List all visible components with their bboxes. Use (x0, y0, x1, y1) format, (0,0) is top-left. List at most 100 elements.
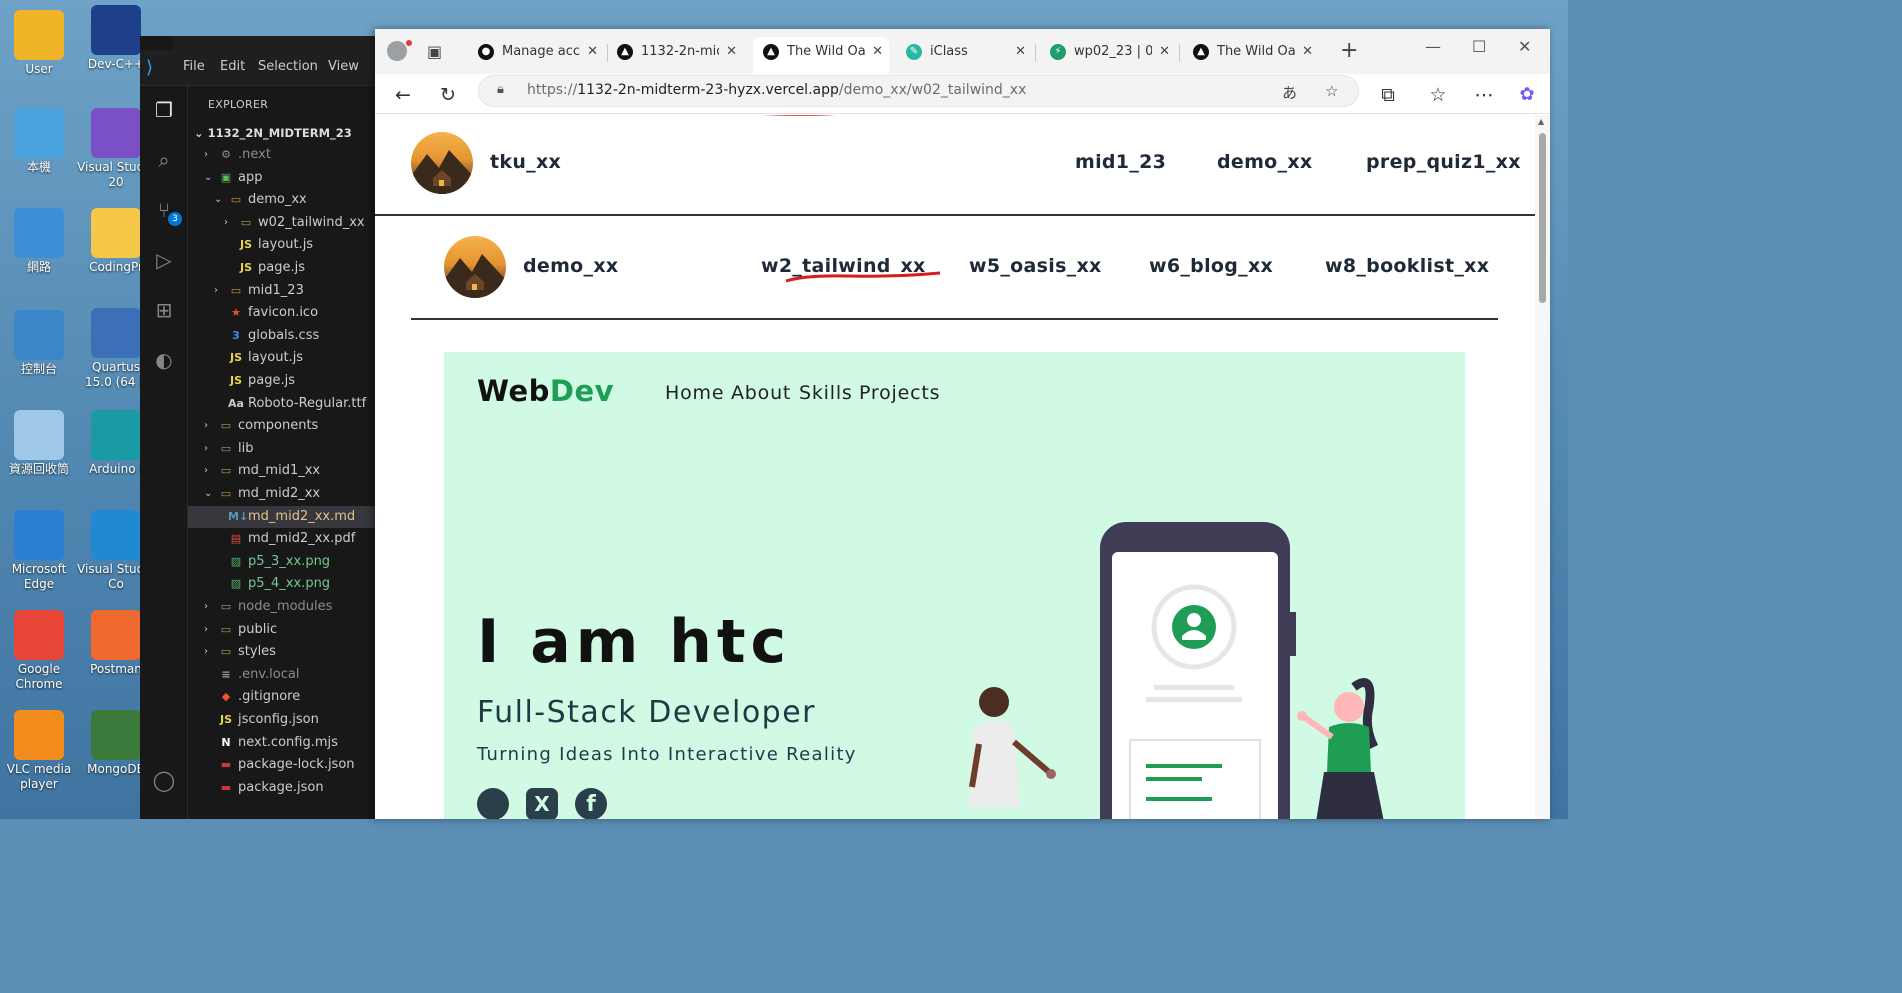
tree-file[interactable]: JS page.js (188, 257, 385, 280)
menu-view[interactable]: View (328, 59, 359, 74)
menu-selection[interactable]: Selection (258, 59, 318, 74)
tree-folder[interactable]: › ▭ components (188, 415, 385, 438)
vertical-tabs-icon[interactable]: ▣ (427, 42, 442, 61)
favorites-icon[interactable]: ☆ (1424, 81, 1452, 109)
browser-tab[interactable]: ✎ iClass ✕ (896, 37, 1032, 67)
tree-file[interactable]: M↓ md_mid2_xx.md (188, 505, 385, 529)
tab-close-icon[interactable]: ✕ (1302, 37, 1313, 67)
cabin-avatar-icon[interactable] (411, 132, 473, 194)
desktop-icon-label: 網路 (26, 260, 51, 274)
github-icon[interactable] (477, 788, 509, 819)
scroll-up-icon[interactable]: ▲ (1538, 117, 1544, 126)
tree-folder[interactable]: › ⚙ .next (188, 144, 385, 167)
tree-folder[interactable]: › ▭ md_mid1_xx (188, 460, 385, 483)
profile-avatar[interactable] (387, 41, 407, 61)
more-menu-icon[interactable]: ⋯ (1470, 81, 1498, 109)
tree-folder[interactable]: › ▭ public (188, 619, 385, 642)
lock-icon[interactable]: 🔒︎ (497, 82, 504, 97)
top-link-demo[interactable]: demo_xx (1217, 151, 1312, 173)
copilot-icon[interactable]: ✿ (1513, 81, 1541, 109)
hero-nav-about[interactable]: About (731, 382, 791, 404)
url-field[interactable]: 🔒︎ https://1132-2n-midterm-23-hyzx.verce… (478, 75, 1359, 107)
top-link-mid1[interactable]: mid1_23 (1075, 151, 1166, 173)
search-icon[interactable]: ⌕ (150, 146, 178, 174)
minimize-button[interactable]: — (1425, 37, 1441, 56)
tree-file[interactable]: 3 globals.css (188, 325, 385, 348)
sub-link-w6-blog[interactable]: w6_blog_xx (1149, 255, 1273, 277)
desktop-icon-edge[interactable]: Microsoft Edge (0, 510, 78, 592)
scrollbar-thumb[interactable] (1539, 133, 1546, 303)
menu-edit[interactable]: Edit (220, 59, 245, 74)
desktop-icon-control-panel[interactable]: 控制台 (0, 310, 78, 377)
browser-tab[interactable]: ▲ The Wild Oasis ✕ (753, 37, 889, 74)
tree-folder[interactable]: › ▭ w02_tailwind_xx (188, 212, 385, 235)
top-link-prep-quiz[interactable]: prep_quiz1_xx (1366, 151, 1521, 173)
hero-nav-projects[interactable]: Projects (859, 382, 940, 404)
sub-link-w2-tailwind[interactable]: w2_tailwind_xx (761, 255, 926, 277)
refresh-button[interactable]: ↻ (434, 81, 462, 109)
tab-close-icon[interactable]: ✕ (587, 37, 598, 67)
hero-nav-home[interactable]: Home (665, 382, 724, 404)
browser-tab[interactable]: ⚡ wp02_23 | 0x5 ✕ (1040, 37, 1176, 67)
tree-folder[interactable]: › ▭ mid1_23 (188, 280, 385, 303)
account-icon[interactable]: ◯ (150, 766, 178, 794)
tree-folder[interactable]: ⌄ ▭ md_mid2_xx (188, 483, 385, 506)
webdev-logo[interactable]: WebDev (477, 374, 614, 408)
page-scrollbar[interactable]: ▲ (1535, 115, 1550, 819)
desktop-icon-user-folder[interactable]: User (0, 10, 78, 77)
favorite-star-icon[interactable]: ☆ (1325, 82, 1338, 100)
remote-icon[interactable]: ◐ (150, 346, 178, 374)
extensions-puzzle-icon[interactable]: ⧉ (1374, 81, 1402, 109)
tree-folder[interactable]: › ▭ node_modules (188, 596, 385, 619)
tree-file[interactable]: Aa Roboto-Regular.ttf (188, 393, 385, 416)
run-debug-icon[interactable]: ▷ (150, 246, 178, 274)
desktop-icon-network[interactable]: 網路 (0, 208, 78, 275)
browser-tab[interactable]: ▲ 1132-2n-midte ✕ (607, 37, 743, 67)
tree-file[interactable]: ◆ .gitignore (188, 686, 385, 709)
tab-close-icon[interactable]: ✕ (726, 37, 737, 67)
tree-file[interactable]: Nnext.config.mjs (188, 732, 385, 755)
top-brand[interactable]: tku_xx (490, 151, 561, 173)
tree-file[interactable]: ▨ p5_3_xx.png (188, 551, 385, 574)
tree-file[interactable]: JS jsconfig.json (188, 709, 385, 732)
sub-link-w5-oasis[interactable]: w5_oasis_xx (969, 255, 1102, 277)
desktop-icon-vlc[interactable]: VLC media player (0, 710, 78, 792)
browser-tab[interactable]: ● Manage access ✕ (468, 37, 604, 67)
desktop-icon-recycle-bin[interactable]: 資源回收筒 (0, 410, 78, 477)
menu-file[interactable]: File (183, 59, 205, 74)
sub-link-w8-booklist[interactable]: w8_booklist_xx (1325, 255, 1489, 277)
facebook-icon[interactable]: f (575, 788, 607, 819)
close-window-button[interactable]: ✕ (1518, 37, 1531, 56)
x-twitter-icon[interactable]: X (526, 788, 558, 819)
desktop-icon-chrome[interactable]: Google Chrome (0, 610, 78, 692)
desktop-icon-this-pc[interactable]: 本機 (0, 108, 78, 175)
sub-cabin-avatar-icon[interactable] (444, 236, 506, 298)
extensions-icon[interactable]: ⊞ (150, 296, 178, 324)
tree-folder[interactable]: › ▭ styles (188, 641, 385, 664)
tree-file[interactable]: ▤ md_mid2_xx.pdf (188, 528, 385, 551)
tree-file[interactable]: JS layout.js (188, 234, 385, 257)
explorer-icon[interactable]: ❐ (150, 96, 178, 124)
tree-file[interactable]: JS page.js (188, 370, 385, 393)
tree-file[interactable]: ▬ package.json (188, 777, 385, 800)
sub-brand[interactable]: demo_xx (523, 255, 618, 277)
maximize-button[interactable]: ☐ (1472, 37, 1486, 56)
tab-close-icon[interactable]: ✕ (1159, 37, 1170, 67)
tree-file[interactable]: ▨ p5_4_xx.png (188, 573, 385, 596)
tree-file[interactable]: ≡ .env.local (188, 664, 385, 687)
explorer-root-folder[interactable]: ⌄ 1132_2N_MIDTERM_23 (194, 126, 352, 140)
tree-file[interactable]: ★ favicon.ico (188, 302, 385, 325)
new-tab-button[interactable]: + (1340, 38, 1358, 63)
read-aloud-icon[interactable]: あ (1282, 82, 1297, 103)
tree-folder[interactable]: › ▭ lib (188, 438, 385, 461)
tree-folder[interactable]: ⌄ ▣ app (188, 167, 385, 190)
tree-file[interactable]: ▬ package-lock.json (188, 754, 385, 777)
tree-folder[interactable]: ⌄ ▭ demo_xx (188, 189, 385, 212)
tree-file[interactable]: JS layout.js (188, 347, 385, 370)
browser-tab[interactable]: ▲ The Wild Oasis ✕ (1183, 37, 1319, 67)
tab-close-icon[interactable]: ✕ (1015, 37, 1026, 67)
hero-nav-skills[interactable]: Skills (799, 382, 853, 404)
source-control-icon[interactable]: ⑂ 3 (150, 196, 182, 226)
tab-close-icon[interactable]: ✕ (872, 37, 883, 67)
back-button[interactable]: ← (389, 81, 417, 109)
